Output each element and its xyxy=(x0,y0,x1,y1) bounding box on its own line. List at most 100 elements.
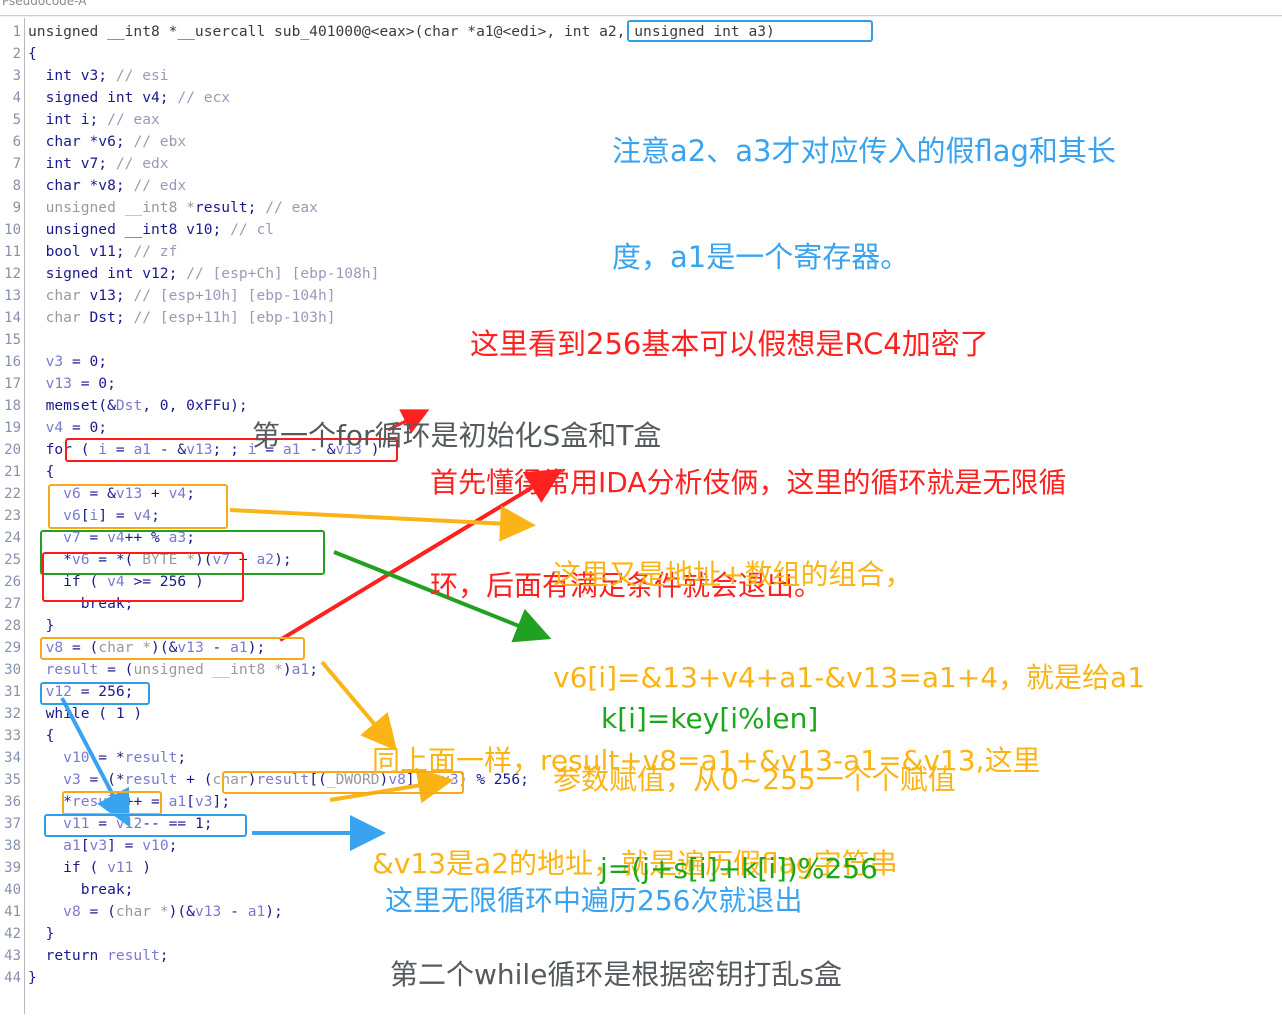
code-token: char xyxy=(28,287,90,304)
line-number: 14 xyxy=(4,310,21,326)
code-token: i xyxy=(98,441,108,458)
code-token: [ xyxy=(80,507,90,524)
code-token: return xyxy=(28,947,108,964)
line-number: 33 xyxy=(4,728,21,744)
code-line-text: result = (unsigned __int8 *)a1; xyxy=(28,659,318,681)
code-token: signed int v4; xyxy=(28,89,178,106)
pseudocode-tab-strip: Pseudocode-A xyxy=(0,0,1282,17)
code-token: int i; xyxy=(28,111,108,128)
code-token: // eax xyxy=(107,111,160,128)
code-line-text: return result; xyxy=(28,945,169,967)
code-token: v4 xyxy=(45,419,64,436)
code-token: // ebx xyxy=(133,133,187,150)
code-token: v11 xyxy=(107,859,134,876)
code-token: { xyxy=(28,463,55,480)
code-token: v7 xyxy=(212,551,231,568)
line-number: 17 xyxy=(4,376,21,392)
code-token: v12 xyxy=(45,683,72,700)
code-token: result xyxy=(124,749,178,766)
note-same-as-above-line1: 同上面一样，result+v8=a1+&v13-a1=&v13,这里 xyxy=(372,744,1041,778)
line-number: 7 xyxy=(12,156,21,172)
code-token: = ( xyxy=(98,661,134,678)
code-token: a2 xyxy=(256,551,275,568)
code-line[interactable]: 2{ xyxy=(0,43,1282,65)
code-token: v4 xyxy=(107,529,125,546)
code-token: v3 xyxy=(89,837,108,854)
code-token: char *v6; xyxy=(28,133,134,150)
line-number: 2 xyxy=(12,46,21,62)
line-number: 31 xyxy=(4,684,21,700)
code-token: , 0, 0xFFu); xyxy=(142,397,248,414)
code-token: ] = xyxy=(107,837,143,854)
code-line-text: while ( 1 ) xyxy=(28,703,143,725)
code-line-text: char *v8; // edx xyxy=(28,175,187,197)
note-second-while: 第二个while循环是根据密钥打乱s盒 xyxy=(390,890,842,1027)
code-token: * xyxy=(28,551,72,568)
code-token: result; xyxy=(194,199,266,216)
code-line[interactable]: 1 unsigned __int8 *__usercall sub_401000@… xyxy=(0,21,1282,43)
code-line-text: { xyxy=(28,725,55,747)
tab-pseudocode-a[interactable]: Pseudocode-A xyxy=(2,0,86,8)
code-line-text: v11 = v12-- == 1; xyxy=(28,813,213,835)
code-token: ; xyxy=(168,837,178,854)
code-token: -- == 1; xyxy=(142,815,213,832)
code-token: a1 xyxy=(291,661,310,678)
code-token: v13 xyxy=(177,639,204,656)
code-token: )( xyxy=(194,551,213,568)
code-token: = 0; xyxy=(63,419,108,436)
code-token: v6 xyxy=(63,507,81,524)
code-token: v4 xyxy=(107,573,125,590)
code-token: ; xyxy=(151,507,160,524)
code-token: + xyxy=(142,485,169,502)
code-token: char * xyxy=(98,639,152,656)
code-line-text: if ( v11 ) xyxy=(28,857,151,879)
code-token: // esi xyxy=(115,67,169,84)
line-number: 26 xyxy=(4,574,21,590)
line-number: 9 xyxy=(12,200,21,216)
code-token: unsigned __int8 * xyxy=(133,661,283,678)
code-token: char xyxy=(28,309,90,326)
line-number: 30 xyxy=(4,662,21,678)
code-token: [ xyxy=(186,793,195,810)
code-token: = 0; xyxy=(71,375,116,392)
line-number: 18 xyxy=(4,398,21,414)
code-token: char * xyxy=(115,903,169,920)
code-line-text: } xyxy=(28,923,55,945)
code-token: result xyxy=(71,793,125,810)
code-token: Dst; xyxy=(89,309,134,326)
code-token: ; xyxy=(159,947,169,964)
code-token: >= 256 ) xyxy=(124,573,204,590)
code-token: = *( xyxy=(89,551,134,568)
line-number: 4 xyxy=(12,90,21,106)
line-number: 35 xyxy=(4,772,21,788)
code-token: int v3; xyxy=(28,67,116,84)
code-line-text: v10 = *result; xyxy=(28,747,186,769)
code-token: unsigned __int8 * xyxy=(28,199,195,216)
code-token: v4 xyxy=(168,485,187,502)
code-token: result xyxy=(45,661,99,678)
line-number: 20 xyxy=(4,442,21,458)
code-token: unsigned __int8 *__usercall sub_401000@<… xyxy=(28,23,775,40)
line-number: 22 xyxy=(4,486,21,502)
note-second-while-line1: 第二个while循环是根据密钥打乱s盒 xyxy=(390,958,843,992)
note-params-line1: 注意a2、a3才对应传入的假flag和其长 xyxy=(612,133,1116,168)
code-token: // cl xyxy=(230,221,275,238)
code-token: = xyxy=(89,815,116,832)
code-token: ++ % xyxy=(124,529,169,546)
line-number: 24 xyxy=(4,530,21,546)
code-token: bool v11; xyxy=(28,243,134,260)
code-token: = * xyxy=(89,749,125,766)
line-number: 27 xyxy=(4,596,21,612)
code-line-text: v7 = v4++ % a3; xyxy=(28,527,195,549)
code-line-text: a1[v3] = v10; xyxy=(28,835,177,857)
code-token: ) xyxy=(282,661,292,678)
code-line-text: { xyxy=(28,43,37,65)
code-token: char *v8; xyxy=(28,177,134,194)
code-token: ) xyxy=(247,771,257,788)
code-token: v13; xyxy=(89,287,134,304)
code-token: } xyxy=(28,969,37,986)
